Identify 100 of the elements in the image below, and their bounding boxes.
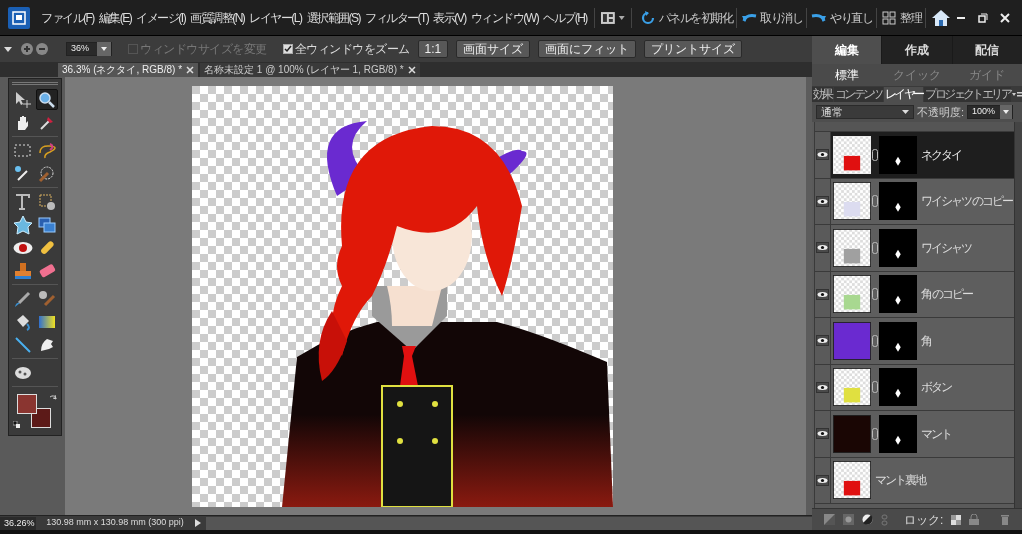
menu-item[interactable]: イメージ(I) <box>134 8 188 27</box>
document-tab[interactable]: 名称未設定 1 @ 100% (レイヤー 1, RGB/8) * <box>200 63 420 77</box>
star-icon <box>13 214 33 235</box>
layout-dropdown-icon[interactable] <box>599 10 626 25</box>
visibility-eye-icon[interactable] <box>816 474 829 486</box>
layer-row[interactable]: マント <box>815 411 1014 458</box>
layer-row[interactable]: 角 のコピー <box>815 271 1014 318</box>
mode-tab[interactable]: 作成 <box>882 36 952 64</box>
layer-thumbnail <box>833 135 871 174</box>
blend-mode-dropdown[interactable]: 通常 <box>816 105 914 119</box>
tool-button[interactable] <box>36 191 58 212</box>
lock-transparency-icon[interactable] <box>951 514 962 525</box>
button[interactable]: 1:1 <box>417 40 449 58</box>
menu-item[interactable]: ファイル(F) <box>39 8 96 27</box>
visibility-eye-icon[interactable] <box>816 242 829 254</box>
default-colors-icon[interactable] <box>13 421 20 428</box>
layer-row[interactable]: ワイシャツ のコピー <box>815 178 1014 225</box>
layer-name: 角 <box>921 332 931 350</box>
toolbar-button[interactable]: 取り消し <box>738 8 805 27</box>
visibility-eye-icon[interactable] <box>816 195 829 207</box>
visibility-eye-icon[interactable] <box>816 149 829 161</box>
layer-name: ワイシャツ <box>921 239 971 257</box>
zoom-field[interactable]: 36% <box>66 42 112 56</box>
layer-thumbnail <box>833 182 871 221</box>
layer-name: ネクタイ <box>921 146 961 164</box>
lock-label: ロック: <box>904 511 944 529</box>
close-icon[interactable] <box>1000 12 1010 23</box>
panel-tab[interactable]: 効果 <box>812 87 833 102</box>
button[interactable]: 画面にフィット <box>538 40 637 58</box>
dropdown-caret-icon[interactable] <box>1000 105 1013 119</box>
layer-row[interactable]: 角 <box>815 318 1014 365</box>
restore-icon[interactable] <box>978 12 988 23</box>
menu-item[interactable]: レイヤー(L) <box>247 8 304 27</box>
layer-thumbnail <box>833 228 871 267</box>
panel-tab[interactable]: レイヤー <box>883 87 924 102</box>
play-arrow-icon[interactable] <box>194 518 202 528</box>
foreground-color-swatch[interactable] <box>17 394 37 414</box>
brush-selection-icon <box>37 163 57 184</box>
vertical-scrollbar[interactable] <box>806 77 812 515</box>
type-icon <box>13 191 33 212</box>
lasso-icon <box>37 140 57 161</box>
zoom-in-out-icon[interactable] <box>20 42 50 56</box>
mode-tab[interactable]: 配信 <box>952 36 1022 64</box>
menu-item[interactable]: ウィンドウ(W) <box>468 8 541 27</box>
layer-row[interactable]: ボタン <box>815 364 1014 411</box>
panel-grip[interactable] <box>12 82 58 85</box>
trash-icon[interactable] <box>1000 514 1010 525</box>
visibility-eye-icon[interactable] <box>816 381 829 393</box>
panel-tab[interactable]: コンテンツ <box>833 87 883 102</box>
layer-row[interactable]: ネクタイ <box>815 132 1014 179</box>
vertical-scrollbar[interactable] <box>1014 122 1022 508</box>
background-color-swatch[interactable] <box>31 408 51 428</box>
home-icon[interactable] <box>931 8 951 27</box>
menu-item[interactable]: 編集(E) <box>96 8 134 27</box>
stamp-icon <box>13 260 33 281</box>
visibility-eye-icon[interactable] <box>816 288 829 300</box>
layer-name: ワイシャツ のコピー <box>921 193 1013 211</box>
refresh-icon <box>639 9 656 26</box>
toolbar-button[interactable]: やり直し <box>808 8 875 27</box>
document-size: 130.98 mm x 130.98 mm (300 ppi) <box>45 516 185 530</box>
tool-button[interactable] <box>36 288 58 309</box>
menu-item[interactable]: フィルター(T) <box>363 8 431 27</box>
panel-menu-icon[interactable] <box>1012 91 1022 99</box>
link-icon[interactable] <box>872 148 878 161</box>
checkbox-label[interactable]: 全ウィンドウをズーム <box>294 40 410 58</box>
panel-tab[interactable]: プロジェクトエリア <box>924 87 1012 102</box>
checkbox[interactable] <box>282 44 293 54</box>
visibility-eye-icon[interactable] <box>816 335 829 347</box>
mode-tab[interactable]: 編集 <box>812 36 882 64</box>
adjustment-layer-icon[interactable] <box>862 514 873 525</box>
magnifier-icon <box>37 89 57 110</box>
toolbar-button[interactable]: 整理 <box>878 8 924 27</box>
layer-thumbnail <box>833 414 871 453</box>
menu-item[interactable]: 表示(V) <box>431 8 468 27</box>
menu-item[interactable]: 画質調整(N) <box>188 8 247 27</box>
visibility-eye-icon[interactable] <box>816 428 829 440</box>
layer-name: マント <box>921 425 951 443</box>
toolbar-button[interactable]: パネルを初期化 <box>636 8 735 27</box>
button[interactable]: 画面サイズ <box>456 40 531 58</box>
dropdown-caret-icon <box>902 109 909 115</box>
layer-thumbnail <box>833 275 871 314</box>
button[interactable]: プリントサイズ <box>644 40 743 58</box>
horizontal-scrollbar[interactable] <box>206 516 812 530</box>
document-tab[interactable]: 36.3% (ネクタイ, RGB/8) * <box>58 63 199 77</box>
move-arrow-icon <box>13 89 33 110</box>
swap-arrow-icon[interactable] <box>49 394 57 402</box>
caret-icon[interactable] <box>4 45 12 53</box>
layer-row[interactable]: マント裏地 <box>815 457 1014 504</box>
tool-button[interactable] <box>36 89 58 110</box>
layer-row[interactable]: ワイシャツ <box>815 225 1014 272</box>
layer-thumbnail <box>833 321 871 360</box>
zoom-readout[interactable]: 36.26% <box>0 516 36 530</box>
close-icon[interactable] <box>407 66 416 74</box>
opacity-label: 不透明度: <box>917 104 965 120</box>
submode-tab[interactable]: 標準 <box>812 66 882 84</box>
menu-item[interactable]: 選択範囲(S) <box>304 8 362 27</box>
menu-item[interactable]: ヘルプ(H) <box>541 8 589 27</box>
opacity-field[interactable]: 100% <box>967 105 1014 119</box>
lock-icon[interactable] <box>969 514 980 525</box>
line-icon <box>13 334 33 355</box>
